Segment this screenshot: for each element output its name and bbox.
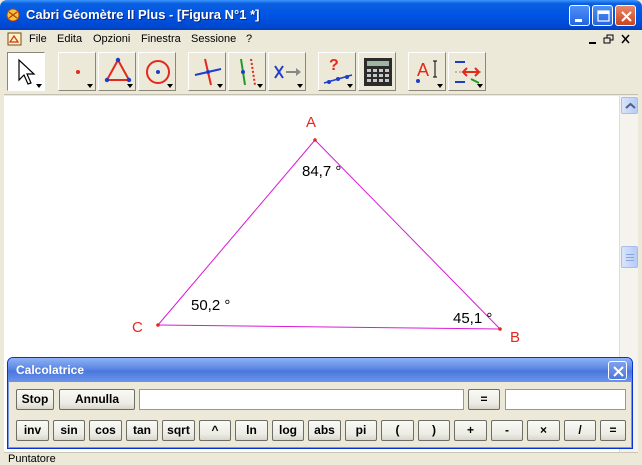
- cabri-app-icon: [6, 8, 20, 22]
- angle-measure-a[interactable]: 84,7 °: [302, 163, 341, 180]
- maximize-icon: [597, 10, 610, 22]
- point-b[interactable]: [498, 327, 502, 331]
- toolbar: ? A: [4, 49, 638, 95]
- restore-icon: [603, 34, 614, 44]
- point-c[interactable]: [156, 323, 160, 327]
- tool-dropdown-arrow: [477, 84, 483, 88]
- tool-dropdown-arrow: [217, 84, 223, 88]
- vertex-label-b[interactable]: B: [510, 329, 520, 346]
- pointer-tool[interactable]: [7, 52, 45, 91]
- open-paren-button[interactable]: (: [381, 420, 414, 441]
- expression-input[interactable]: [139, 389, 464, 410]
- minus-button[interactable]: -: [491, 420, 523, 441]
- stop-button[interactable]: Stop: [16, 389, 54, 410]
- calculator-title: Calcolatrice: [16, 363, 85, 377]
- angle-measure-b[interactable]: 45,1 °: [453, 310, 492, 327]
- multiply-button[interactable]: ×: [527, 420, 560, 441]
- svg-text:A: A: [417, 60, 429, 80]
- calculator-title-bar[interactable]: Calcolatrice: [8, 358, 632, 382]
- close-icon: [621, 34, 630, 44]
- tool-dropdown-arrow: [297, 84, 303, 88]
- calculator-close-button[interactable]: [608, 361, 627, 380]
- point-a[interactable]: [313, 138, 317, 142]
- func-power-button[interactable]: ^: [199, 420, 231, 441]
- menu-finestra[interactable]: Finestra: [141, 33, 181, 45]
- tool-dropdown-arrow: [347, 84, 353, 88]
- label-tool[interactable]: A: [408, 52, 446, 91]
- calculator-window: Calcolatrice Stop Annulla = inv sin cos …: [7, 357, 633, 449]
- menu-help[interactable]: ?: [246, 33, 252, 45]
- func-tan-button[interactable]: tan: [126, 420, 158, 441]
- tool-dropdown-arrow: [127, 84, 133, 88]
- menu-edita[interactable]: Edita: [57, 33, 82, 45]
- maximize-button[interactable]: [592, 5, 613, 26]
- chevron-up-icon: [625, 102, 636, 109]
- triangle-tool[interactable]: [98, 52, 136, 91]
- attribute-tool[interactable]: [448, 52, 486, 91]
- equals-button[interactable]: =: [468, 389, 500, 410]
- cabri-window: Cabri Géomètre II Plus - [Figura N°1 *] …: [0, 0, 642, 465]
- doc-restore-button[interactable]: [602, 33, 616, 46]
- minimize-icon: [589, 42, 596, 44]
- macro-tool[interactable]: ?: [318, 52, 356, 91]
- doc-close-button[interactable]: [619, 33, 633, 46]
- close-button[interactable]: [615, 5, 636, 26]
- tool-dropdown-arrow: [167, 84, 173, 88]
- circle-tool[interactable]: [138, 52, 176, 91]
- menu-opzioni[interactable]: Opzioni: [93, 33, 130, 45]
- status-bar: Puntatore: [4, 452, 638, 465]
- segment-ac[interactable]: [157, 139, 316, 326]
- tool-dropdown-arrow: [257, 84, 263, 88]
- calculator-tool[interactable]: [358, 52, 396, 91]
- svg-text:?: ?: [329, 57, 339, 74]
- title-bar[interactable]: Cabri Géomètre II Plus - [Figura N°1 *]: [0, 0, 642, 30]
- minimize-button[interactable]: [569, 5, 590, 26]
- scroll-up-button[interactable]: [621, 97, 638, 114]
- func-inv-button[interactable]: inv: [16, 420, 49, 441]
- func-sqrt-button[interactable]: sqrt: [162, 420, 195, 441]
- equals-key-button[interactable]: =: [600, 420, 626, 441]
- result-field[interactable]: [505, 389, 626, 410]
- menu-file[interactable]: File: [29, 33, 47, 45]
- calculator-tool-icon: [364, 58, 392, 86]
- func-abs-button[interactable]: abs: [308, 420, 341, 441]
- segment-ab[interactable]: [314, 139, 501, 330]
- construct-tool[interactable]: [188, 52, 226, 91]
- vertex-label-a[interactable]: A: [306, 114, 316, 131]
- tool-dropdown-arrow: [87, 84, 93, 88]
- parallel-tool[interactable]: [228, 52, 266, 91]
- close-icon: [621, 11, 632, 22]
- close-icon: [613, 366, 624, 377]
- tool-dropdown-arrow: [36, 84, 42, 88]
- func-log-button[interactable]: log: [272, 420, 304, 441]
- angle-measure-c[interactable]: 50,2 °: [191, 297, 230, 314]
- func-ln-button[interactable]: ln: [235, 420, 268, 441]
- cancel-button[interactable]: Annulla: [59, 389, 135, 410]
- divide-button[interactable]: /: [564, 420, 596, 441]
- document-icon[interactable]: [7, 32, 23, 47]
- menu-bar: File Edita Opzioni Finestra Sessione ?: [4, 30, 638, 49]
- plus-button[interactable]: +: [454, 420, 487, 441]
- point-tool[interactable]: [58, 52, 96, 91]
- minimize-icon: [575, 19, 582, 22]
- func-sin-button[interactable]: sin: [53, 420, 85, 441]
- transform-tool[interactable]: [268, 52, 306, 91]
- segment-bc[interactable]: [157, 324, 501, 330]
- scroll-thumb[interactable]: [621, 246, 638, 268]
- func-cos-button[interactable]: cos: [89, 420, 122, 441]
- vertex-label-c[interactable]: C: [132, 319, 143, 336]
- menu-sessione[interactable]: Sessione: [191, 33, 236, 45]
- status-text: Puntatore: [8, 453, 56, 465]
- tool-dropdown-arrow: [437, 84, 443, 88]
- doc-minimize-button[interactable]: [586, 33, 600, 46]
- window-title: Cabri Géomètre II Plus - [Figura N°1 *]: [26, 7, 260, 22]
- close-paren-button[interactable]: ): [418, 420, 450, 441]
- func-pi-button[interactable]: pi: [345, 420, 377, 441]
